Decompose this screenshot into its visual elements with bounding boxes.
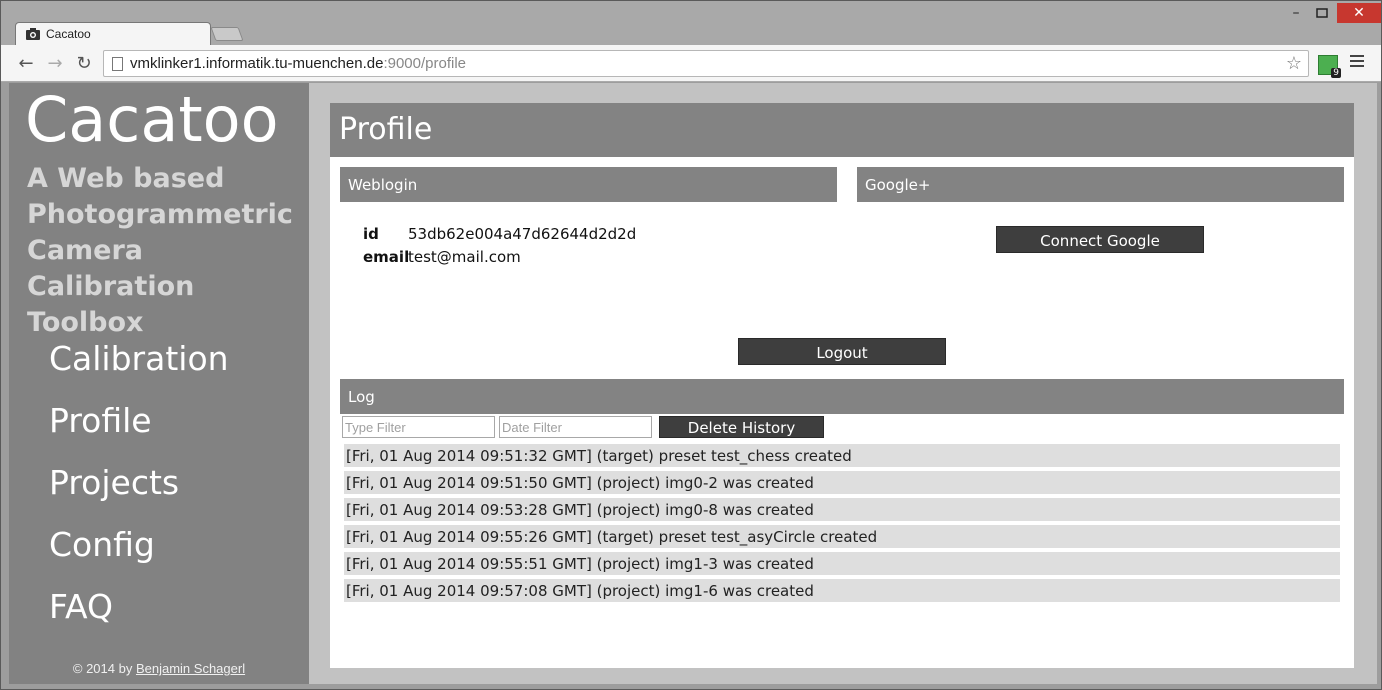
title-bar: Cacatoo – ✕ xyxy=(1,1,1381,46)
content-header: Profile xyxy=(330,103,1354,157)
type-filter-input[interactable] xyxy=(342,416,495,438)
log-entry: [Fri, 01 Aug 2014 09:55:51 GMT] (project… xyxy=(344,552,1340,575)
id-row: id 53db62e004a47d62644d2d2d xyxy=(363,225,636,248)
forward-button[interactable]: → xyxy=(44,52,66,74)
nav-item-config[interactable]: Config xyxy=(49,525,229,587)
close-icon: ✕ xyxy=(1353,5,1365,21)
log-entry: [Fri, 01 Aug 2014 09:57:08 GMT] (project… xyxy=(344,579,1340,602)
browser-window: Cacatoo – ✕ ← → ↻ vmklinker1.informatik.… xyxy=(0,0,1382,690)
bookmark-star-icon[interactable]: ☆ xyxy=(1286,53,1302,74)
footer: © 2014 by Benjamin Schagerl xyxy=(9,661,309,676)
id-label: id xyxy=(363,225,379,243)
sidebar: Cacatoo A Web based Photogrammetric Came… xyxy=(9,83,309,684)
nav-item-profile[interactable]: Profile xyxy=(49,401,229,463)
tab-title: Cacatoo xyxy=(46,27,91,41)
date-filter-input[interactable] xyxy=(499,416,652,438)
id-value: 53db62e004a47d62644d2d2d xyxy=(408,225,637,243)
main-nav: Calibration Profile Projects Config FAQ xyxy=(49,339,229,649)
delete-history-button[interactable]: Delete History xyxy=(659,416,824,438)
footer-prefix: © 2014 by xyxy=(72,661,136,676)
email-value: test@mail.com xyxy=(408,248,521,266)
log-list: [Fri, 01 Aug 2014 09:51:32 GMT] (target)… xyxy=(344,444,1340,606)
url-path: :9000/profile xyxy=(383,55,467,72)
brand-title: Cacatoo xyxy=(25,83,279,156)
brand-tagline: A Web based Photogrammetric Camera Calib… xyxy=(27,163,293,338)
reload-button[interactable]: ↻ xyxy=(73,52,95,74)
back-button[interactable]: ← xyxy=(15,52,37,74)
arrow-left-icon: ← xyxy=(18,52,34,74)
log-entry: [Fri, 01 Aug 2014 09:51:32 GMT] (target)… xyxy=(344,444,1340,467)
maximize-icon xyxy=(1316,8,1328,18)
maximize-button[interactable] xyxy=(1309,3,1335,23)
nav-item-projects[interactable]: Projects xyxy=(49,463,229,525)
reload-icon: ↻ xyxy=(76,52,92,74)
camera-icon xyxy=(26,28,40,40)
email-label: email xyxy=(363,248,410,266)
logout-button[interactable]: Logout xyxy=(738,338,946,365)
minimize-icon: – xyxy=(1292,5,1300,21)
minimize-button[interactable]: – xyxy=(1283,3,1309,23)
weblogin-info: id 53db62e004a47d62644d2d2d email test@m… xyxy=(363,225,636,271)
connect-google-button[interactable]: Connect Google xyxy=(996,226,1204,253)
browser-tab[interactable]: Cacatoo xyxy=(15,22,211,46)
log-heading: Log xyxy=(340,379,1344,414)
url-host: vmklinker1.informatik.tu-muenchen.de xyxy=(130,55,384,72)
new-tab-button[interactable] xyxy=(210,27,244,41)
address-bar[interactable]: vmklinker1.informatik.tu-muenchen.de:900… xyxy=(103,50,1309,77)
page-icon xyxy=(112,57,123,71)
profile-content: Profile Weblogin Google+ id 53db62e004a4… xyxy=(330,103,1354,668)
nav-item-faq[interactable]: FAQ xyxy=(49,587,229,649)
page: Cacatoo A Web based Photogrammetric Came… xyxy=(9,83,1377,684)
extension-badge: 9 xyxy=(1331,68,1341,78)
hamburger-menu-icon[interactable] xyxy=(1350,55,1364,69)
url-text: vmklinker1.informatik.tu-muenchen.de:900… xyxy=(130,55,466,72)
page-title: Profile xyxy=(339,112,433,147)
email-row: email test@mail.com xyxy=(363,248,636,271)
browser-toolbar: ← → ↻ vmklinker1.informatik.tu-muenchen.… xyxy=(1,45,1381,82)
weblogin-heading: Weblogin xyxy=(340,167,837,202)
author-link[interactable]: Benjamin Schagerl xyxy=(136,661,245,676)
arrow-right-icon: → xyxy=(47,52,63,74)
log-entry: [Fri, 01 Aug 2014 09:51:50 GMT] (project… xyxy=(344,471,1340,494)
extension-icon[interactable]: 9 xyxy=(1318,55,1341,78)
log-entry: [Fri, 01 Aug 2014 09:53:28 GMT] (project… xyxy=(344,498,1340,521)
google-heading: Google+ xyxy=(857,167,1344,202)
nav-item-calibration[interactable]: Calibration xyxy=(49,339,229,401)
log-entry: [Fri, 01 Aug 2014 09:55:26 GMT] (target)… xyxy=(344,525,1340,548)
close-window-button[interactable]: ✕ xyxy=(1337,3,1381,23)
